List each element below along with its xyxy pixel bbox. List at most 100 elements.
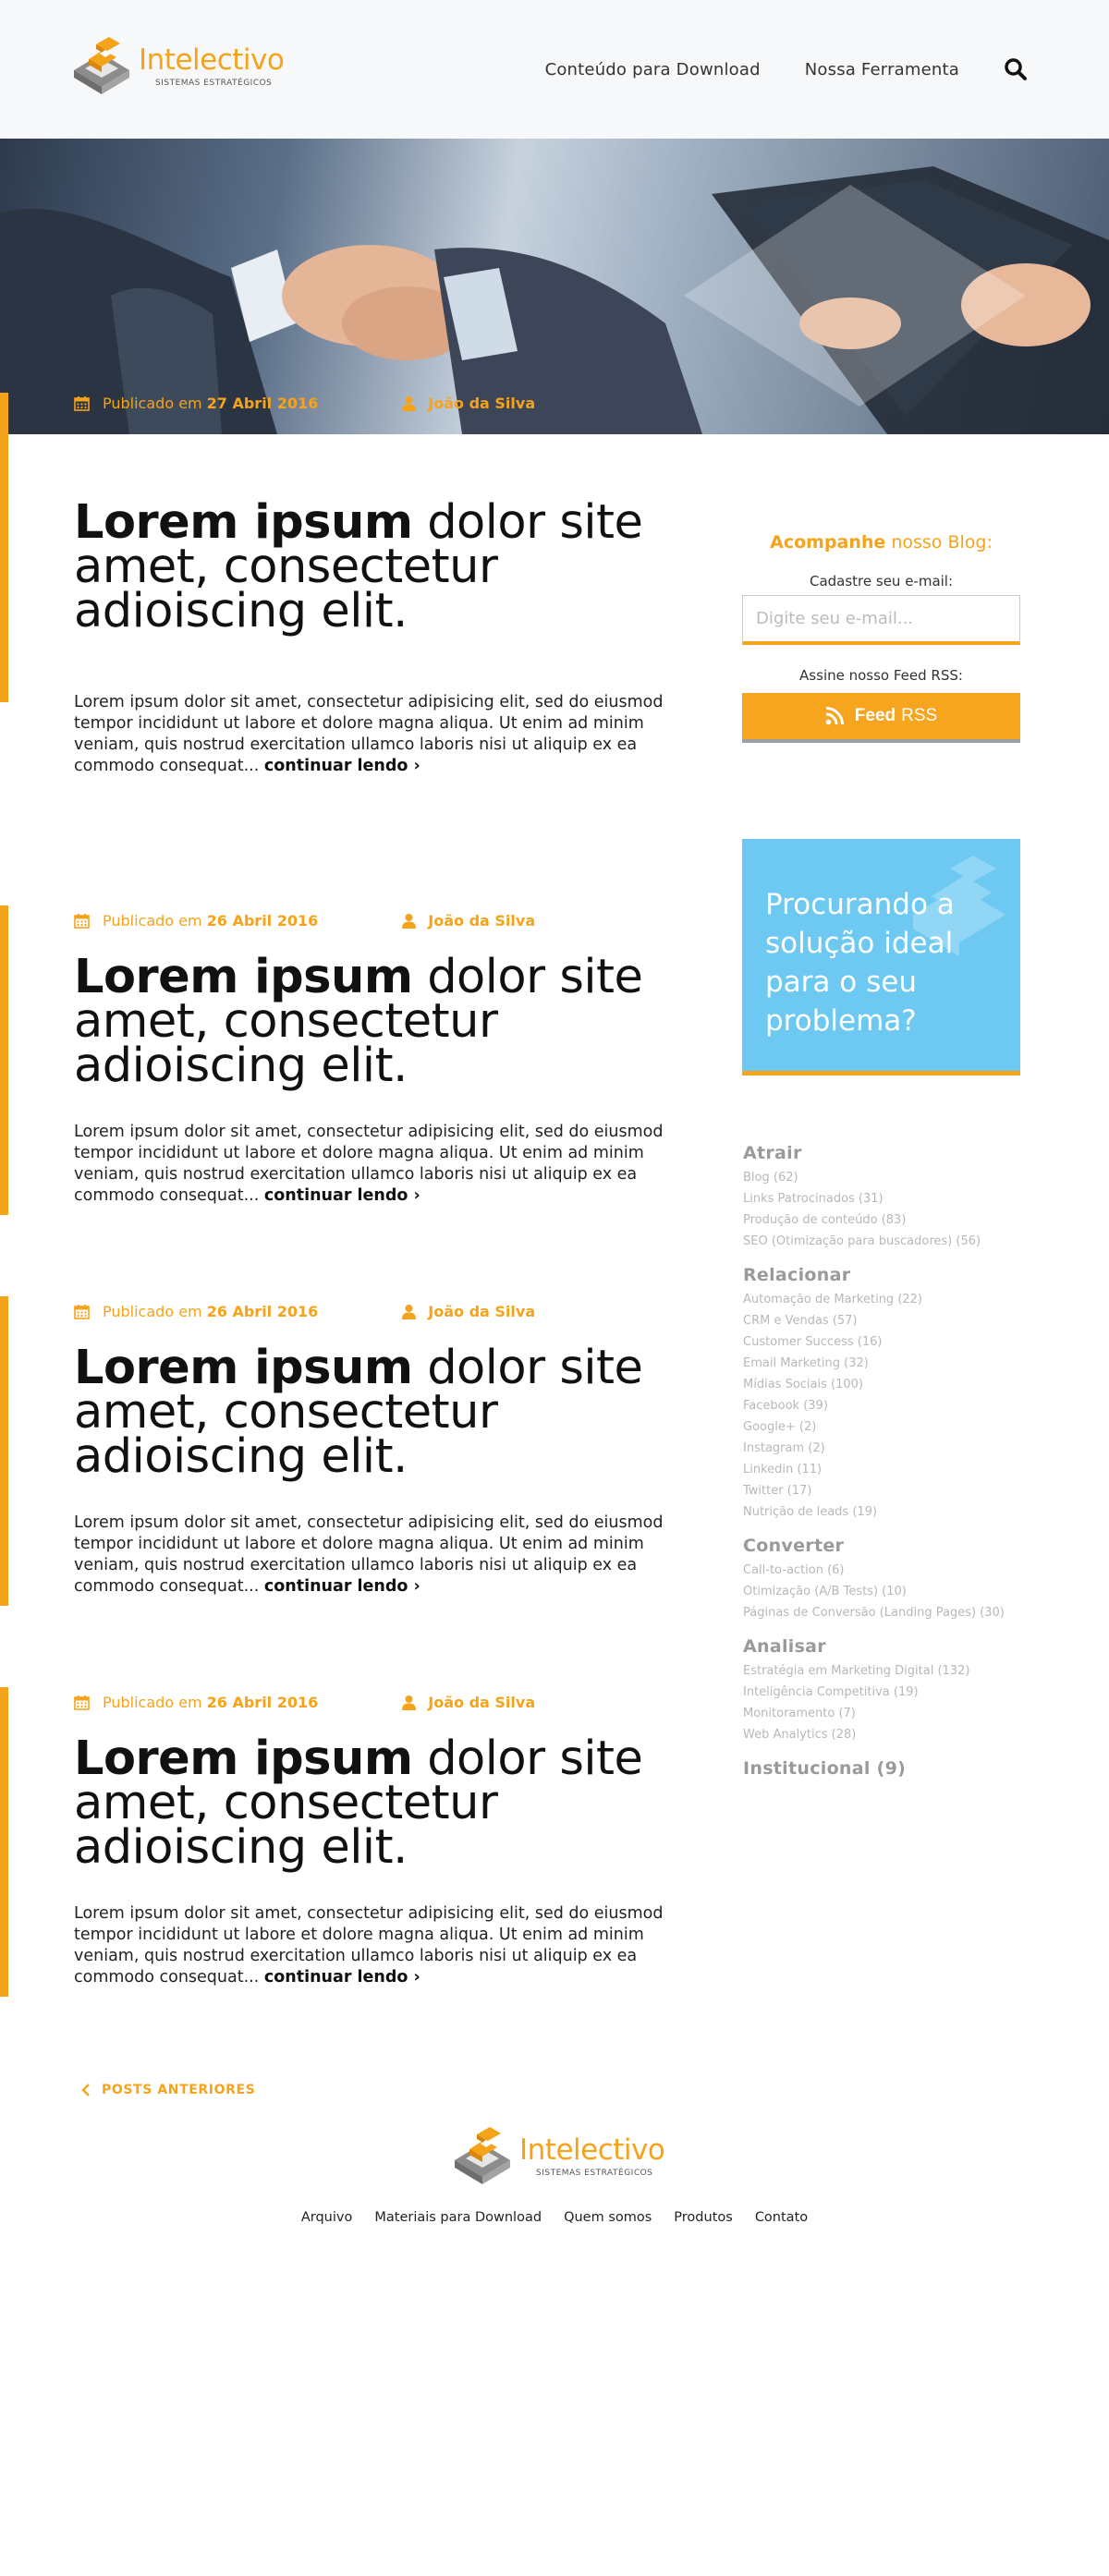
category-item[interactable]: Blog (62): [743, 1167, 1039, 1188]
category-item[interactable]: Produção de conteúdo (83): [743, 1209, 1039, 1231]
rss-icon: [825, 707, 844, 725]
category-heading[interactable]: Institucional (9): [743, 1758, 1039, 1779]
footer-link-about[interactable]: Quem somos: [564, 2210, 652, 2225]
feed-rest: RSS: [901, 706, 938, 725]
category-item[interactable]: Automação de Marketing (22): [743, 1289, 1039, 1310]
read-more-link[interactable]: continuar lendo ›: [264, 1577, 420, 1596]
category-group: Atrair Blog (62) Links Patrocinados (31)…: [743, 1143, 1039, 1252]
category-item[interactable]: Web Analytics (28): [743, 1724, 1039, 1745]
post-card: Lorem ipsum dolor site amet, consectetur…: [74, 499, 665, 777]
published-label: Publicado em: [103, 1694, 202, 1711]
post-accent-bar: [0, 1296, 8, 1606]
post-title[interactable]: Lorem ipsum dolor site amet, consectetur…: [74, 499, 665, 635]
read-more-link[interactable]: continuar lendo ›: [264, 1968, 420, 1987]
post-author[interactable]: João da Silva: [428, 395, 535, 412]
post-excerpt: Lorem ipsum dolor sit amet, consectetur …: [74, 1904, 664, 1987]
category-item[interactable]: Call-to-action (6): [743, 1560, 1039, 1581]
post-author[interactable]: João da Silva: [428, 1303, 535, 1320]
read-more-link[interactable]: continuar lendo ›: [264, 1186, 420, 1205]
category-item[interactable]: Mídias Sociais (100): [743, 1374, 1039, 1395]
category-item[interactable]: Otimização (A/B Tests) (10): [743, 1581, 1039, 1602]
feed-bold: Feed: [854, 706, 896, 725]
rss-label: Assine nosso Feed RSS:: [799, 667, 963, 684]
read-more-link[interactable]: continuar lendo ›: [264, 757, 420, 775]
logo-tagline: SISTEMAS ESTRATÉGICOS: [536, 2168, 653, 2178]
site-header: Intelectivo SISTEMAS ESTRATÉGICOS Conteú…: [0, 0, 1109, 139]
search-icon[interactable]: [1004, 57, 1028, 81]
category-item[interactable]: Twitter (17): [743, 1480, 1039, 1501]
logo-tagline: SISTEMAS ESTRATÉGICOS: [155, 78, 273, 88]
nav-item-downloads[interactable]: Conteúdo para Download: [545, 60, 761, 79]
post-title[interactable]: Lorem ipsum dolor site amet, consectetur…: [74, 954, 665, 1089]
category-heading[interactable]: Converter: [743, 1536, 1039, 1556]
post-card: Publicado em 26 Abril 2016 João da Silva…: [74, 1303, 665, 1598]
logo-mark-icon: [455, 2127, 510, 2184]
category-item[interactable]: Linkedin (11): [743, 1459, 1039, 1480]
category-item[interactable]: Customer Success (16): [743, 1331, 1039, 1353]
previous-posts-link[interactable]: POSTS ANTERIORES: [81, 2083, 255, 2097]
post-excerpt: Lorem ipsum dolor sit amet, consectetur …: [74, 1513, 664, 1596]
category-group: Institucional (9): [743, 1758, 1039, 1779]
promo-text: Procurando a solução ideal para o seu pr…: [765, 888, 955, 1038]
category-item[interactable]: Nutrição de leads (19): [743, 1501, 1039, 1523]
category-heading[interactable]: Analisar: [743, 1636, 1039, 1657]
post-meta: Publicado em 26 Abril 2016 João da Silva: [74, 1694, 665, 1711]
category-item[interactable]: Páginas de Conversão (Landing Pages) (30…: [743, 1602, 1039, 1623]
footer-logo[interactable]: Intelectivo SISTEMAS ESTRATÉGICOS: [449, 2123, 665, 2190]
user-icon: [402, 1695, 417, 1710]
category-item[interactable]: Links Patrocinados (31): [743, 1188, 1039, 1209]
post-title[interactable]: Lorem ipsum dolor site amet, consectetur…: [74, 1344, 665, 1480]
footer-link-products[interactable]: Produtos: [674, 2210, 733, 2225]
calendar-icon: [74, 1695, 90, 1710]
promo-banner[interactable]: Procurando a solução ideal para o seu pr…: [742, 839, 1020, 1075]
category-heading[interactable]: Relacionar: [743, 1265, 1039, 1285]
post-accent-bar: [0, 393, 8, 702]
category-item[interactable]: Monitoramento (7): [743, 1703, 1039, 1724]
category-item[interactable]: Instagram (2): [743, 1438, 1039, 1459]
user-icon: [402, 396, 417, 411]
subscribe-title: Acompanhe nosso Blog:: [770, 532, 993, 553]
post-card: Publicado em 26 Abril 2016 João da Silva…: [74, 1694, 665, 1988]
logo-name: Intelectivo: [519, 2132, 665, 2167]
footer-link-archive[interactable]: Arquivo: [301, 2210, 353, 2225]
footer-nav: Arquivo Materiais para Download Quem som…: [0, 2210, 1109, 2225]
post-date: 26 Abril 2016: [206, 1694, 319, 1711]
calendar-icon: [74, 1305, 90, 1319]
category-item[interactable]: Google+ (2): [743, 1416, 1039, 1438]
category-list: Atrair Blog (62) Links Patrocinados (31)…: [743, 1143, 1039, 1792]
user-icon: [402, 1305, 417, 1319]
footer-link-contact[interactable]: Contato: [755, 2210, 808, 2225]
previous-posts-label: POSTS ANTERIORES: [102, 2083, 256, 2097]
chevron-left-icon: [81, 2084, 90, 2096]
category-item[interactable]: Facebook (39): [743, 1395, 1039, 1416]
category-heading[interactable]: Atrair: [743, 1143, 1039, 1163]
category-group: Relacionar Automação de Marketing (22) C…: [743, 1265, 1039, 1523]
hero-logo-watermark: [684, 185, 1026, 407]
subscribe-box: Acompanhe nosso Blog: Cadastre seu e-mai…: [742, 532, 1020, 743]
main-nav: Conteúdo para Download Nossa Ferramenta: [501, 57, 1028, 81]
published-label: Publicado em: [103, 912, 202, 930]
feed-rss-button[interactable]: Feed RSS: [742, 693, 1020, 743]
category-group: Analisar Estratégia em Marketing Digital…: [743, 1636, 1039, 1745]
post-title[interactable]: Lorem ipsum dolor site amet, consectetur…: [74, 1735, 665, 1871]
logo-name: Intelectivo: [139, 43, 285, 77]
footer-link-downloads[interactable]: Materiais para Download: [374, 2210, 542, 2225]
hero-image: Publicado em 27 Abril 2016 João da Silva: [0, 139, 1109, 434]
post-meta: Publicado em 26 Abril 2016 João da Silva: [74, 1303, 665, 1320]
category-item[interactable]: CRM e Vendas (57): [743, 1310, 1039, 1331]
email-field[interactable]: [742, 595, 1020, 645]
category-item[interactable]: Email Marketing (32): [743, 1353, 1039, 1374]
post-meta: Publicado em 26 Abril 2016 João da Silva: [74, 912, 665, 930]
site-logo[interactable]: Intelectivo SISTEMAS ESTRATÉGICOS: [68, 33, 285, 100]
post-date: 27 Abril 2016: [206, 395, 319, 412]
post-author[interactable]: João da Silva: [428, 912, 535, 930]
category-item[interactable]: Estratégia em Marketing Digital (132): [743, 1660, 1039, 1682]
nav-item-tool[interactable]: Nossa Ferramenta: [805, 60, 959, 79]
hero-post-meta: Publicado em 27 Abril 2016 João da Silva: [74, 395, 535, 412]
category-item[interactable]: Inteligência Competitiva (19): [743, 1682, 1039, 1703]
post-date: 26 Abril 2016: [206, 912, 319, 930]
post-accent-bar: [0, 905, 8, 1215]
post-author[interactable]: João da Silva: [428, 1694, 535, 1711]
calendar-icon: [74, 396, 90, 411]
category-item[interactable]: SEO (Otimização para buscadores) (56): [743, 1231, 1039, 1252]
